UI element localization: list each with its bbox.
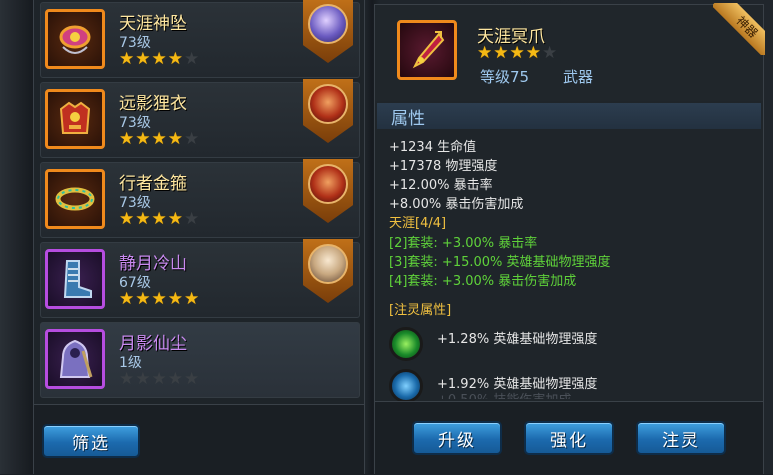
hero-avatar: [308, 244, 348, 284]
equipment-list-item[interactable]: 天涯神坠 73级 ★ ★ ★ ★ ★: [40, 0, 360, 78]
star-empty-icon: ★: [184, 129, 200, 149]
pendant-icon: [45, 9, 105, 69]
item-name: 静月冷山: [119, 254, 187, 274]
boots-icon: [45, 249, 105, 309]
section-title: 属性: [391, 109, 425, 129]
enhance-button[interactable]: 强化: [524, 421, 614, 455]
equipment-list-item[interactable]: 静月冷山 67级 ★ ★ ★ ★ ★: [40, 239, 360, 318]
star-rating: ★ ★ ★ ★ ★: [119, 291, 199, 308]
star-icon: ★: [167, 49, 183, 69]
star-icon: ★: [167, 209, 183, 229]
upgrade-button[interactable]: 升级: [412, 421, 502, 455]
claw-weapon-icon: [397, 20, 457, 80]
headband-icon: [45, 169, 105, 229]
star-icon: ★: [119, 289, 135, 309]
hero-portrait-badge[interactable]: [303, 239, 353, 303]
infuse-button[interactable]: 注灵: [636, 421, 726, 455]
equipment-list-item[interactable]: 月影仙尘 1级 ★ ★ ★ ★ ★: [40, 322, 360, 398]
star-icon: ★: [184, 289, 200, 309]
star-empty-icon: ★: [184, 49, 200, 69]
item-name: 天涯神坠: [119, 14, 187, 34]
right-action-bar: 升级 强化 注灵: [375, 401, 763, 474]
equipment-detail-panel: 天涯冥爪 ★ ★ ★ ★ ★ 等级75 武器 神器 属性 +1234 生命值 +1737…: [374, 3, 765, 474]
star-empty-icon: ★: [135, 369, 151, 389]
star-rating: ★ ★ ★ ★ ★: [119, 211, 199, 228]
set-bonus-line: [3]套装: +15.00% 英雄基础物理强度: [389, 255, 611, 270]
left-action-bar: 筛选: [34, 404, 364, 475]
star-empty-icon: ★: [184, 209, 200, 229]
item-name: 行者金箍: [119, 174, 187, 194]
corner-tag-label: 神器: [713, 3, 765, 55]
attribute-line: +8.00% 暴击伤害加成: [389, 197, 524, 212]
star-icon: ★: [509, 43, 525, 63]
hero-portrait-badge[interactable]: [303, 0, 353, 63]
green-spirit-orb-icon: [389, 327, 423, 361]
star-icon: ★: [167, 129, 183, 149]
detail-level: 等级75: [480, 68, 530, 86]
detail-star-rating: ★ ★ ★ ★ ★: [477, 45, 557, 62]
star-rating: ★ ★ ★ ★ ★: [119, 371, 199, 388]
equipment-list-item[interactable]: 行者金箍 73级 ★ ★ ★ ★ ★: [40, 159, 360, 238]
set-title: 天涯[4/4]: [389, 216, 447, 231]
star-rating: ★ ★ ★ ★ ★: [119, 131, 199, 148]
star-icon: ★: [135, 209, 151, 229]
star-icon: ★: [135, 129, 151, 149]
spirit-section-title: [注灵属性]: [389, 303, 452, 318]
artifact-corner-tag: 神器: [713, 3, 765, 55]
star-icon: ★: [167, 289, 183, 309]
hero-avatar: [308, 84, 348, 124]
detail-type: 武器: [563, 68, 594, 86]
star-empty-icon: ★: [119, 369, 135, 389]
attributes-section-header: 属性: [377, 103, 761, 129]
equipment-list-panel: 天涯神坠 73级 ★ ★ ★ ★ ★ 远影狸衣 73级 ★ ★ ★ ★ ★ 行者金箍 73级: [33, 0, 365, 475]
star-icon: ★: [493, 43, 509, 63]
star-icon: ★: [151, 289, 167, 309]
armor-icon: [45, 89, 105, 149]
set-bonus-line: [2]套装: +3.00% 暴击率: [389, 236, 538, 251]
filter-button[interactable]: 筛选: [42, 424, 140, 458]
star-icon: ★: [151, 49, 167, 69]
set-bonus-line: [4]套装: +3.00% 暴击伤害加成: [389, 274, 577, 289]
blue-spirit-orb-icon: [389, 369, 423, 403]
star-icon: ★: [135, 289, 151, 309]
attribute-line: +1234 生命值: [389, 140, 477, 155]
attribute-line: +17378 物理强度: [389, 159, 498, 174]
hero-portrait-badge[interactable]: [303, 159, 353, 223]
equipment-list-item[interactable]: 远影狸衣 73级 ★ ★ ★ ★ ★: [40, 79, 360, 158]
star-icon: ★: [119, 129, 135, 149]
hero-avatar: [308, 4, 348, 44]
spirit-attribute-line: +1.28% 英雄基础物理强度: [437, 332, 598, 347]
hero-avatar: [308, 164, 348, 204]
hero-portrait-badge[interactable]: [303, 79, 353, 143]
item-name: 月影仙尘: [119, 334, 187, 354]
star-icon: ★: [477, 43, 493, 63]
item-name: 远影狸衣: [119, 94, 187, 114]
star-icon: ★: [151, 129, 167, 149]
star-icon: ★: [151, 209, 167, 229]
detail-header: 天涯冥爪 ★ ★ ★ ★ ★ 等级75 武器 神器: [375, 3, 765, 101]
star-empty-icon: ★: [542, 43, 558, 63]
star-rating: ★ ★ ★ ★ ★: [119, 51, 199, 68]
attribute-line: +12.00% 暴击率: [389, 178, 493, 193]
star-icon: ★: [135, 49, 151, 69]
star-icon: ★: [525, 43, 541, 63]
star-empty-icon: ★: [167, 369, 183, 389]
spirit-attribute-line-cut: +0.50% 技能伤害加成: [437, 389, 571, 399]
star-icon: ★: [119, 49, 135, 69]
star-empty-icon: ★: [184, 369, 200, 389]
cloak-icon: [45, 329, 105, 389]
star-empty-icon: ★: [151, 369, 167, 389]
star-icon: ★: [119, 209, 135, 229]
